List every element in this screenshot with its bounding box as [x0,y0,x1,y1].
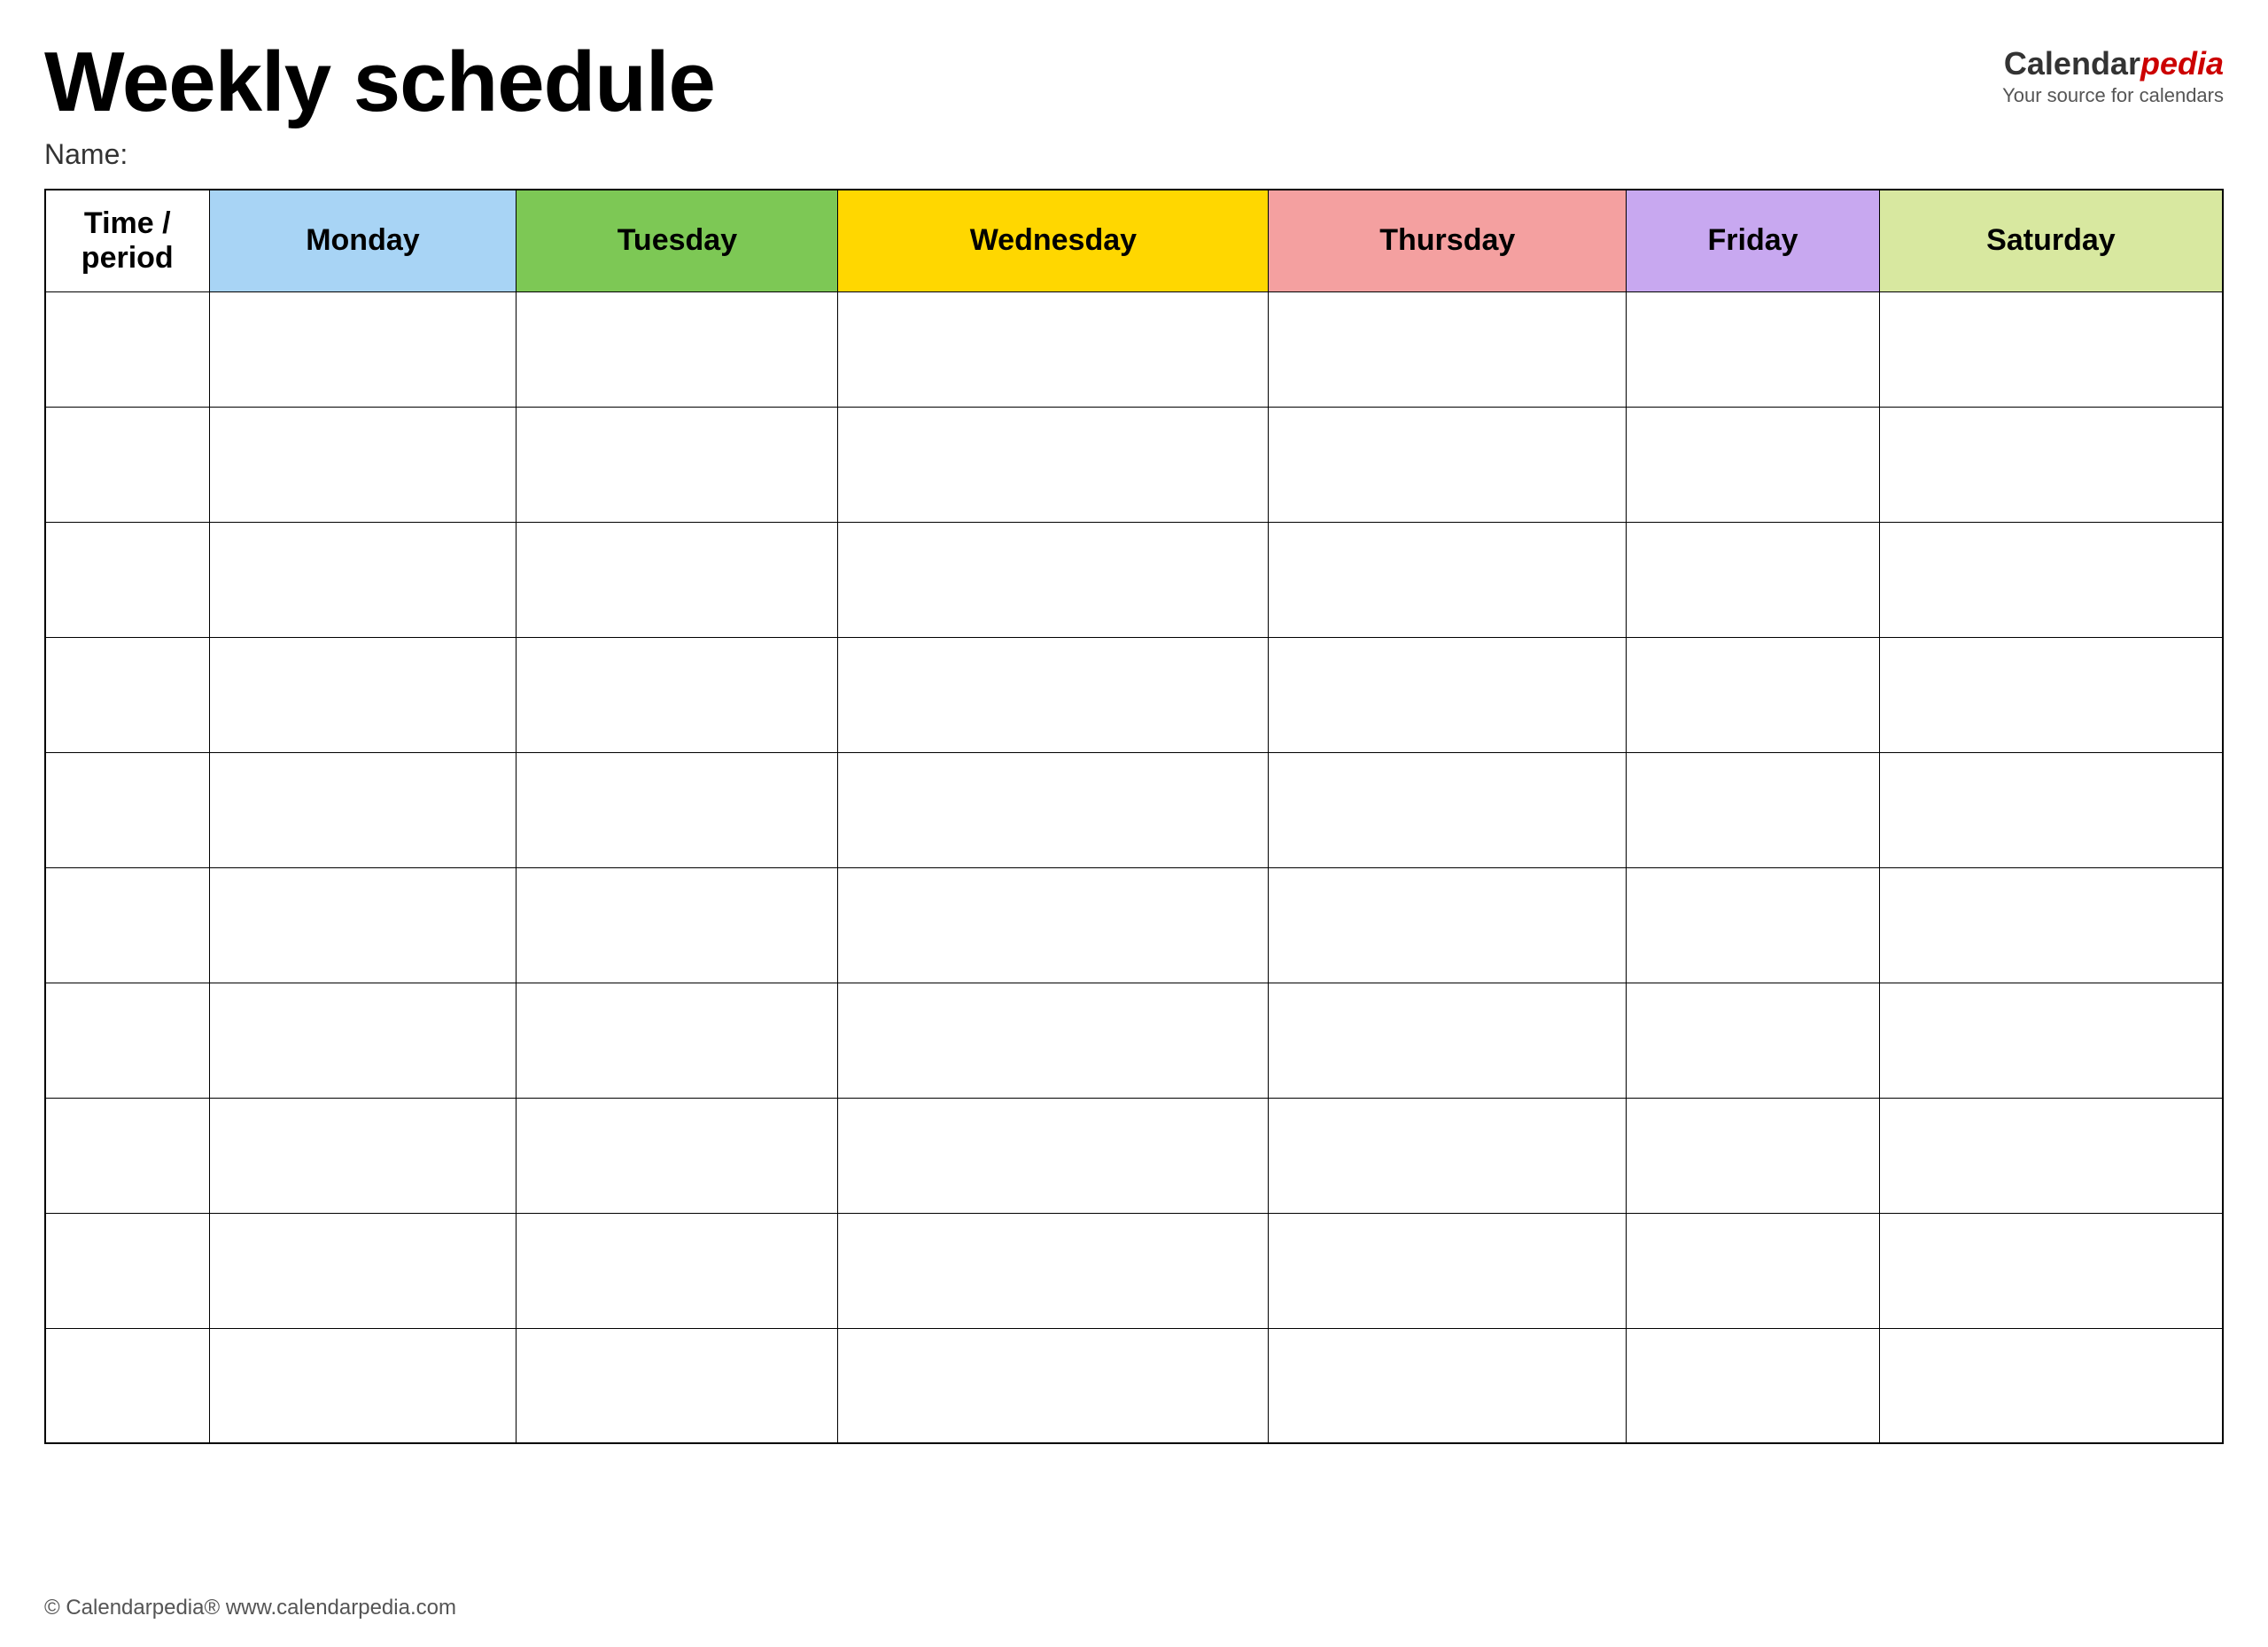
table-cell[interactable] [838,983,1269,1098]
logo-subtitle: Your source for calendars [2002,84,2224,107]
logo-pedia-part: pedia [2140,45,2224,82]
col-header-time: Time / period [45,190,209,292]
table-row [45,291,2223,407]
table-cell[interactable] [517,867,838,983]
table-row [45,752,2223,867]
table-cell[interactable] [517,291,838,407]
table-cell[interactable] [1879,1213,2223,1328]
table-cell[interactable] [838,1098,1269,1213]
table-row [45,983,2223,1098]
table-cell[interactable] [45,867,209,983]
table-header-row: Time / period Monday Tuesday Wednesday T… [45,190,2223,292]
table-cell[interactable] [209,291,517,407]
table-row [45,1213,2223,1328]
col-header-thursday: Thursday [1269,190,1627,292]
table-cell[interactable] [838,1328,1269,1443]
table-cell[interactable] [209,1328,517,1443]
table-cell[interactable] [517,1098,838,1213]
table-cell[interactable] [1627,983,1880,1098]
table-cell[interactable] [45,522,209,637]
table-row [45,637,2223,752]
table-cell[interactable] [1879,983,2223,1098]
table-cell[interactable] [838,752,1269,867]
table-cell[interactable] [838,291,1269,407]
table-cell[interactable] [1879,407,2223,522]
table-cell[interactable] [1269,407,1627,522]
table-cell[interactable] [1879,752,2223,867]
table-cell[interactable] [517,1328,838,1443]
table-cell[interactable] [517,522,838,637]
table-cell[interactable] [45,1213,209,1328]
table-cell[interactable] [838,867,1269,983]
title-area: Weekly schedule Name: [44,35,715,171]
table-cell[interactable] [1269,867,1627,983]
table-cell[interactable] [1269,983,1627,1098]
table-cell[interactable] [45,291,209,407]
col-header-saturday: Saturday [1879,190,2223,292]
logo-calendar-part: Calendar [2004,45,2140,82]
table-cell[interactable] [1879,291,2223,407]
table-cell[interactable] [209,637,517,752]
table-cell[interactable] [45,637,209,752]
table-cell[interactable] [517,752,838,867]
table-cell[interactable] [209,752,517,867]
table-row [45,1098,2223,1213]
col-header-monday: Monday [209,190,517,292]
table-cell[interactable] [45,983,209,1098]
table-cell[interactable] [1627,522,1880,637]
col-header-friday: Friday [1627,190,1880,292]
table-row [45,1328,2223,1443]
table-cell[interactable] [517,637,838,752]
table-cell[interactable] [209,522,517,637]
table-cell[interactable] [209,867,517,983]
table-cell[interactable] [838,1213,1269,1328]
table-cell[interactable] [838,407,1269,522]
table-cell[interactable] [517,983,838,1098]
page-header: Weekly schedule Name: Calendarpedia Your… [44,35,2224,171]
table-cell[interactable] [1879,867,2223,983]
table-cell[interactable] [1627,291,1880,407]
table-cell[interactable] [45,407,209,522]
table-cell[interactable] [1879,1328,2223,1443]
schedule-table: Time / period Monday Tuesday Wednesday T… [44,189,2224,1445]
table-cell[interactable] [1269,1098,1627,1213]
table-row [45,522,2223,637]
table-cell[interactable] [1627,867,1880,983]
table-cell[interactable] [1269,752,1627,867]
table-cell[interactable] [517,407,838,522]
col-header-tuesday: Tuesday [517,190,838,292]
footer-copyright: © Calendarpedia® www.calendarpedia.com [44,1596,456,1620]
table-cell[interactable] [1269,1213,1627,1328]
table-cell[interactable] [1627,637,1880,752]
table-cell[interactable] [209,1098,517,1213]
logo-area: Calendarpedia Your source for calendars [2002,35,2224,107]
table-cell[interactable] [1879,522,2223,637]
table-row [45,407,2223,522]
table-cell[interactable] [838,522,1269,637]
table-cell[interactable] [45,752,209,867]
table-cell[interactable] [45,1328,209,1443]
table-cell[interactable] [1627,752,1880,867]
table-row [45,867,2223,983]
table-cell[interactable] [1879,637,2223,752]
table-cell[interactable] [45,1098,209,1213]
table-cell[interactable] [1627,1328,1880,1443]
page-title: Weekly schedule [44,35,715,129]
table-cell[interactable] [209,407,517,522]
table-cell[interactable] [517,1213,838,1328]
table-cell[interactable] [1879,1098,2223,1213]
table-cell[interactable] [209,983,517,1098]
table-cell[interactable] [1269,522,1627,637]
table-cell[interactable] [1627,1213,1880,1328]
table-cell[interactable] [1269,637,1627,752]
table-cell[interactable] [1627,1098,1880,1213]
table-cell[interactable] [838,637,1269,752]
table-cell[interactable] [209,1213,517,1328]
name-label: Name: [44,138,715,171]
table-cell[interactable] [1269,1328,1627,1443]
col-header-wednesday: Wednesday [838,190,1269,292]
table-cell[interactable] [1269,291,1627,407]
table-cell[interactable] [1627,407,1880,522]
logo-text: Calendarpedia [2002,44,2224,82]
